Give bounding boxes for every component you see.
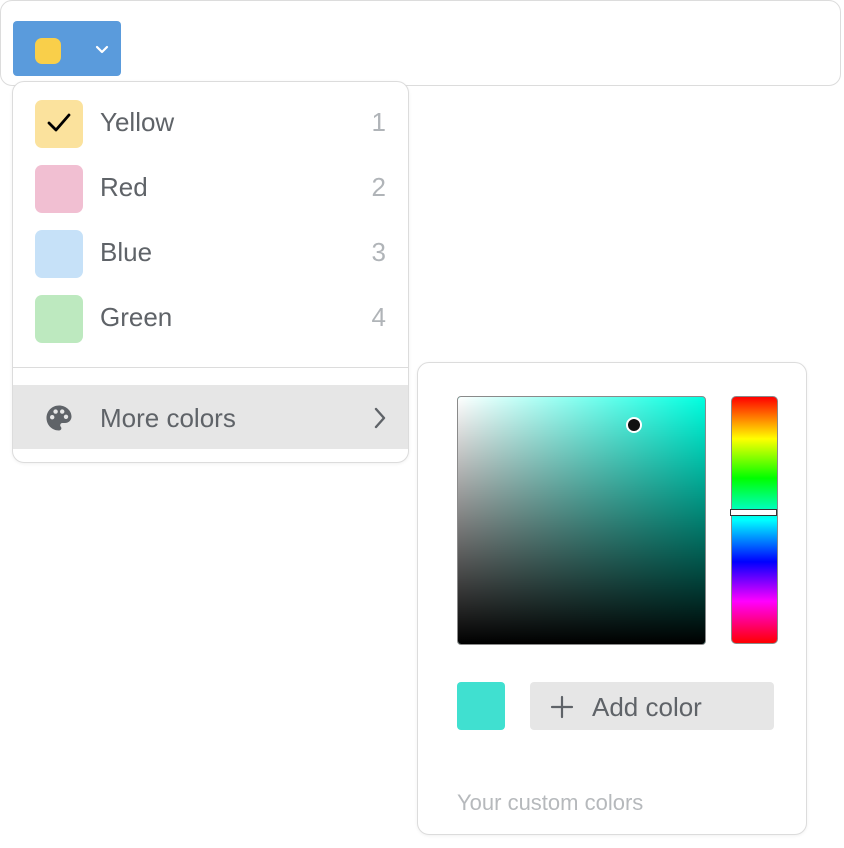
color-swatch-green	[35, 295, 83, 343]
hue-slider[interactable]	[730, 396, 778, 644]
color-option-label: Yellow	[100, 107, 175, 137]
checkmark-icon	[47, 113, 71, 132]
menu-divider	[13, 367, 408, 368]
color-option-green[interactable]: Green 4	[13, 287, 408, 352]
color-picker-trigger[interactable]	[13, 21, 121, 76]
color-swatch-red	[35, 165, 83, 213]
chevron-right-icon	[374, 407, 386, 429]
current-color-swatch	[35, 38, 61, 64]
custom-color-picker: Add color Your custom colors	[417, 362, 807, 835]
custom-colors-label: Your custom colors	[457, 790, 644, 815]
color-option-yellow[interactable]: Yellow 1	[13, 92, 408, 157]
shortcut-number: 1	[371, 107, 386, 137]
color-swatch-yellow	[35, 100, 83, 148]
palette-icon	[46, 405, 72, 431]
selected-color-preview	[457, 682, 505, 730]
shortcut-number: 2	[371, 172, 386, 202]
color-option-label: Blue	[100, 237, 153, 267]
color-dropdown-menu: Yellow 1 Red 2 Blue 3 Green 4 More color…	[12, 81, 409, 463]
saturation-value-handle[interactable]	[626, 417, 642, 433]
chevron-down-icon	[95, 45, 109, 54]
color-option-label: Red	[100, 172, 148, 202]
color-option-label: Green	[100, 302, 173, 332]
plus-icon	[550, 695, 574, 719]
more-colors-item[interactable]: More colors	[13, 385, 408, 449]
color-swatch-blue	[35, 230, 83, 278]
color-option-blue[interactable]: Blue 3	[13, 222, 408, 287]
add-color-label: Add color	[592, 692, 702, 722]
color-option-red[interactable]: Red 2	[13, 157, 408, 222]
toolbar	[0, 0, 841, 86]
saturation-value-area[interactable]	[457, 396, 706, 645]
shortcut-number: 3	[371, 237, 386, 267]
more-colors-label: More colors	[100, 403, 236, 433]
hue-slider-handle[interactable]	[730, 509, 777, 516]
shortcut-number: 4	[371, 302, 386, 332]
add-color-button[interactable]: Add color	[530, 682, 774, 730]
value-gradient	[458, 397, 705, 644]
